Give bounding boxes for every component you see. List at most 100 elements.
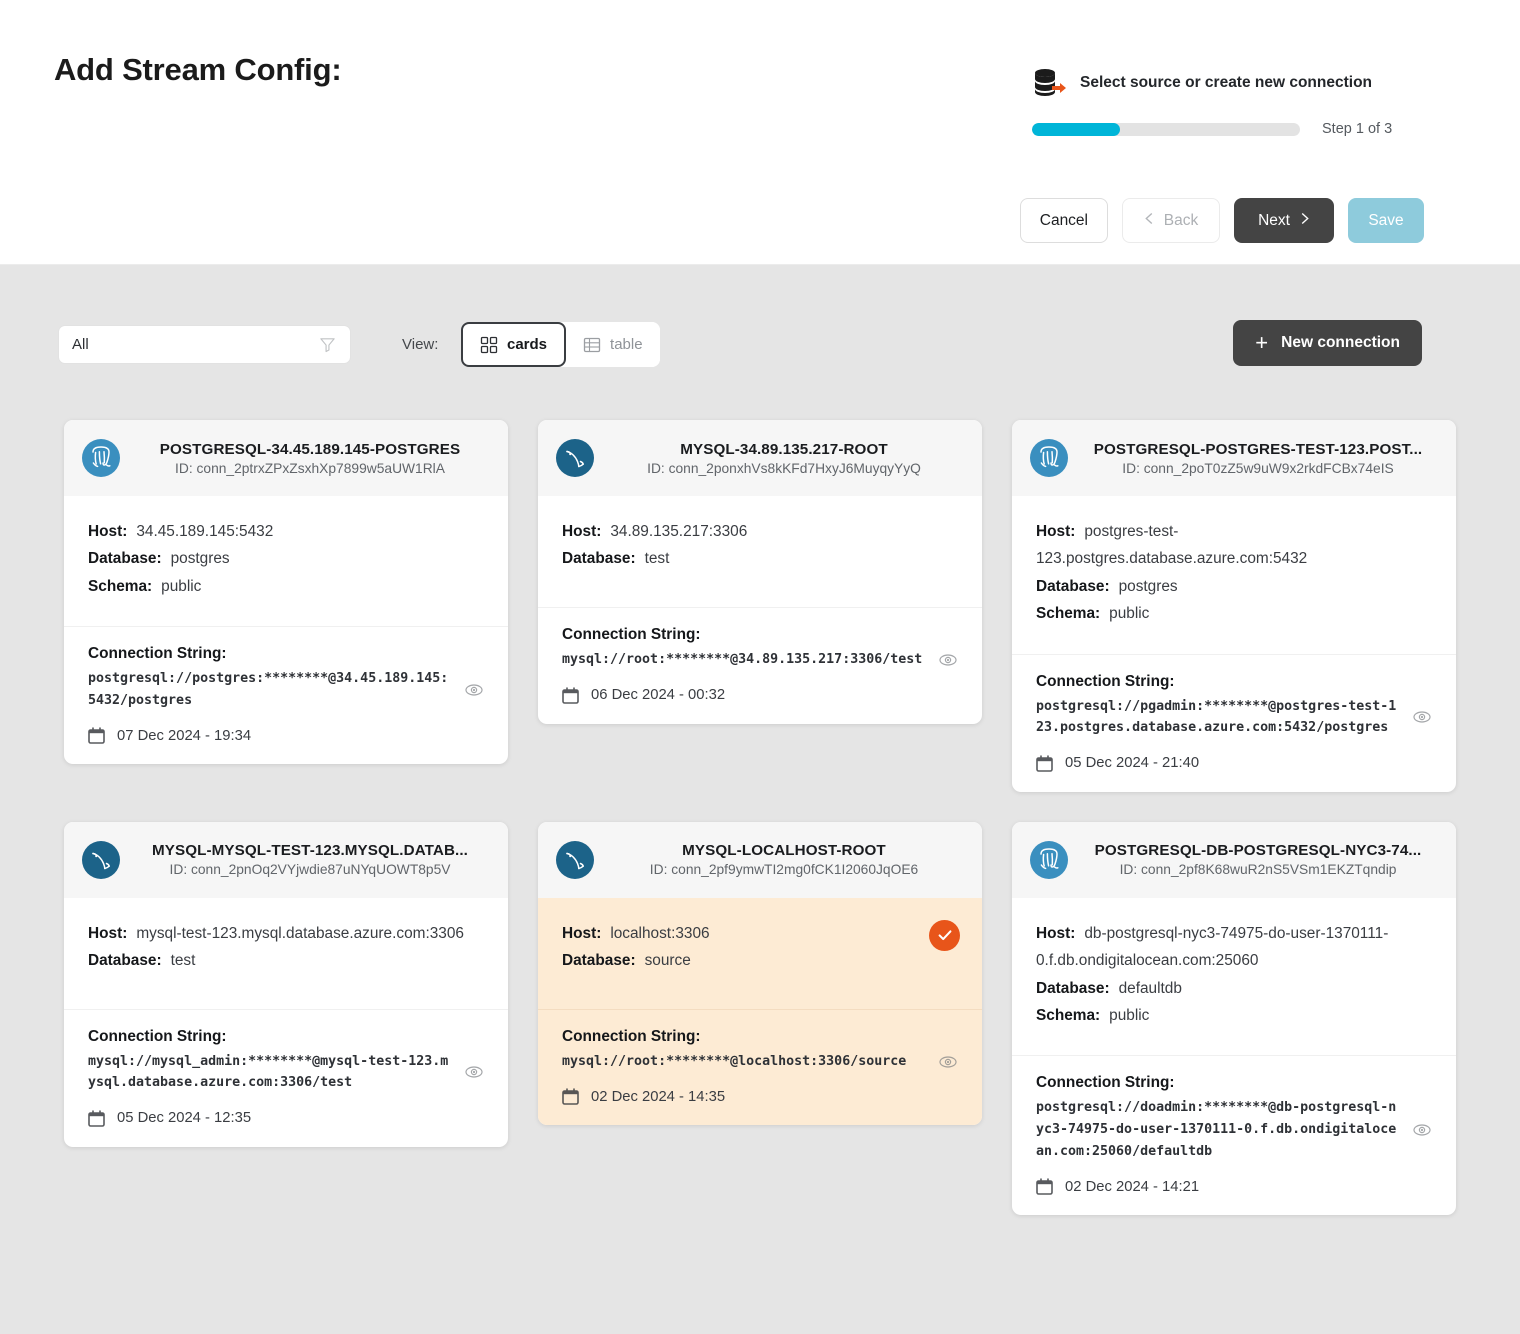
table-icon xyxy=(583,336,601,354)
card-host-value: 34.89.135.217:3306 xyxy=(610,523,748,540)
card-host-label: Host: xyxy=(88,523,128,540)
card-header: MYSQL-LOCALHOST-ROOT ID: conn_2pf9ymwTI2m… xyxy=(538,821,982,898)
card-database-value: defaultdb xyxy=(1118,979,1182,997)
connection-card[interactable]: MYSQL-LOCALHOST-ROOT ID: conn_2pf9ymwTI2m… xyxy=(538,821,982,1126)
card-header: MYSQL-MYSQL-TEST-123.MYSQL.DATAB... ID: c… xyxy=(64,821,508,898)
card-host-row: Host: localhost:3306 xyxy=(562,920,958,947)
card-details: Host: postgres-test-123.postgres.database… xyxy=(1012,496,1456,655)
card-database-row: Database: source xyxy=(562,947,958,974)
calendar-icon xyxy=(1036,1178,1053,1195)
card-host-label: Host: xyxy=(88,924,128,942)
calendar-icon xyxy=(88,727,105,745)
filter-dropdown[interactable]: All xyxy=(58,325,351,364)
back-button[interactable]: Back xyxy=(1122,198,1220,243)
card-title: MYSQL-34.89.135.217-ROOT xyxy=(680,440,888,458)
wizard-step-counter: Step 1 of 3 xyxy=(1322,121,1393,137)
card-database-label: Database: xyxy=(88,952,162,970)
eye-icon[interactable] xyxy=(1412,707,1432,727)
connection-string-label: Connection String: xyxy=(562,626,701,643)
page-header: Add Stream Config: Select source or crea… xyxy=(0,0,1520,265)
card-host-label: Host: xyxy=(1036,523,1076,540)
card-connection-id: ID: conn_2ponxhVs8kKFd7HxyJ6MuyqyYyQ xyxy=(647,460,921,476)
cancel-button[interactable]: Cancel xyxy=(1019,198,1108,243)
connection-card[interactable]: POSTGRESQL-POSTGRES-TEST-123.POST... ID: … xyxy=(1012,420,1456,792)
card-date-row: 07 Dec 2024 - 19:34 xyxy=(88,727,484,745)
card-host-row: Host: mysql-test-123.mysql.database.azure… xyxy=(88,920,484,947)
card-header: POSTGRESQL-POSTGRES-TEST-123.POST... ID: … xyxy=(1012,420,1456,496)
card-date-row: 06 Dec 2024 - 00:32 xyxy=(562,686,958,704)
connection-string-value: mysql://root:********@34.89.135.217:3306… xyxy=(562,652,923,667)
card-connection-id: ID: conn_2pnOq2VYjwdie87uNYqUOWT8p5V xyxy=(169,862,451,878)
card-database-value: test xyxy=(644,550,670,568)
view-label: View: xyxy=(402,336,439,353)
card-connection-string-section: Connection String: postgresql://doadmin:*… xyxy=(1012,1056,1456,1215)
connection-string-value: postgresql://postgres:********@34.45.189… xyxy=(88,671,449,708)
calendar-icon xyxy=(562,1088,579,1106)
chevron-right-icon xyxy=(1299,211,1310,231)
card-header: POSTGRESQL-34.45.189.145-POSTGRES ID: con… xyxy=(64,420,508,496)
card-schema-value: public xyxy=(161,577,202,595)
card-host-value: mysql-test-123.mysql.database.azure.com:… xyxy=(136,924,464,942)
eye-icon[interactable] xyxy=(938,650,958,670)
eye-icon[interactable] xyxy=(464,1062,484,1082)
card-database-value: source xyxy=(644,952,691,970)
next-button[interactable]: Next xyxy=(1234,198,1334,243)
new-connection-button[interactable]: + New connection xyxy=(1233,320,1422,366)
card-title: POSTGRESQL-DB-POSTGRESQL-NYC3-74... xyxy=(1094,842,1422,860)
card-database-row: Database: defaultdb xyxy=(1036,975,1432,1002)
view-toggle-cards-label: cards xyxy=(507,336,548,353)
connections-toolbar: All View: cards table + New connection xyxy=(0,320,1520,373)
card-host-value: 34.45.189.145:5432 xyxy=(136,523,274,540)
back-button-label: Back xyxy=(1163,211,1199,229)
wizard-progress-bar xyxy=(1032,122,1300,136)
card-host-row: Host: postgres-test-123.postgres.database… xyxy=(1036,518,1432,573)
card-details: Host: 34.45.189.145:5432 Database: postgres… xyxy=(64,496,508,628)
card-date-row: 05 Dec 2024 - 21:40 xyxy=(1036,754,1432,772)
eye-icon[interactable] xyxy=(1412,1120,1432,1140)
wizard-progress-fill xyxy=(1032,122,1121,136)
card-database-value: postgres xyxy=(170,550,230,568)
postgresql-logo-icon xyxy=(82,439,120,477)
connection-string-value: mysql://mysql_admin:********@mysql-test-… xyxy=(88,1053,449,1091)
card-header: POSTGRESQL-DB-POSTGRESQL-NYC3-74... ID: c… xyxy=(1012,821,1456,898)
filter-dropdown-value: All xyxy=(72,336,89,353)
connection-card[interactable]: POSTGRESQL-34.45.189.145-POSTGRES ID: con… xyxy=(64,420,508,765)
card-connection-id: ID: conn_2poT0zZ5w9uW9x2rkdFCBx74eIS xyxy=(1122,460,1394,476)
connection-card[interactable]: MYSQL-MYSQL-TEST-123.MYSQL.DATAB... ID: c… xyxy=(64,821,508,1147)
card-connection-string-section: Connection String: postgresql://pgadmin:*… xyxy=(1012,655,1456,792)
card-database-label: Database: xyxy=(1036,577,1110,595)
connection-card[interactable]: MYSQL-34.89.135.217-ROOT ID: conn_2ponxhV… xyxy=(538,420,982,724)
wizard-step-label: Select source or create new connection xyxy=(1080,74,1373,91)
filter-icon xyxy=(318,335,337,354)
card-database-label: Database: xyxy=(88,550,162,568)
card-host-row: Host: db-postgresql-nyc3-74975-do-user-13… xyxy=(1036,920,1432,975)
card-details: Host: localhost:3306 Database: source xyxy=(538,897,982,1010)
card-date-value: 02 Dec 2024 - 14:21 xyxy=(1065,1178,1200,1195)
card-database-label: Database: xyxy=(562,550,636,568)
eye-icon[interactable] xyxy=(464,680,484,700)
save-button[interactable]: Save xyxy=(1348,198,1424,243)
card-host-value: localhost:3306 xyxy=(610,924,710,942)
card-title: MYSQL-MYSQL-TEST-123.MYSQL.DATAB... xyxy=(152,842,468,860)
wizard-button-group: Cancel Back Next Save xyxy=(1019,198,1424,243)
card-host-label: Host: xyxy=(562,523,602,540)
connection-string-label: Connection String: xyxy=(1036,1074,1175,1092)
card-schema-row: Schema: public xyxy=(88,573,484,600)
card-database-row: Database: test xyxy=(88,947,484,974)
wizard-status: Select source or create new connection S… xyxy=(1032,68,1424,137)
card-date-value: 07 Dec 2024 - 19:34 xyxy=(117,727,252,744)
connection-card-grid: POSTGRESQL-34.45.189.145-POSTGRES ID: con… xyxy=(38,420,1482,1216)
card-date-row: 02 Dec 2024 - 14:21 xyxy=(1036,1178,1432,1195)
view-toggle-cards[interactable]: cards xyxy=(461,322,567,367)
view-toggle-table[interactable]: table xyxy=(566,322,660,367)
card-connection-id: ID: conn_2ptrxZPxZsxhXp7899w5aUW1RlA xyxy=(175,460,445,476)
eye-icon[interactable] xyxy=(938,1052,958,1072)
card-title: POSTGRESQL-POSTGRES-TEST-123.POST... xyxy=(1093,440,1423,458)
card-host-label: Host: xyxy=(562,924,602,942)
card-schema-label: Schema: xyxy=(1036,1007,1101,1025)
database-export-icon xyxy=(1032,68,1066,98)
connections-panel: All View: cards table + New connection P… xyxy=(0,265,1520,1334)
connection-card[interactable]: POSTGRESQL-DB-POSTGRESQL-NYC3-74... ID: c… xyxy=(1012,821,1456,1216)
view-toggle-group: cards table xyxy=(461,322,660,367)
card-database-row: Database: postgres xyxy=(88,545,484,572)
